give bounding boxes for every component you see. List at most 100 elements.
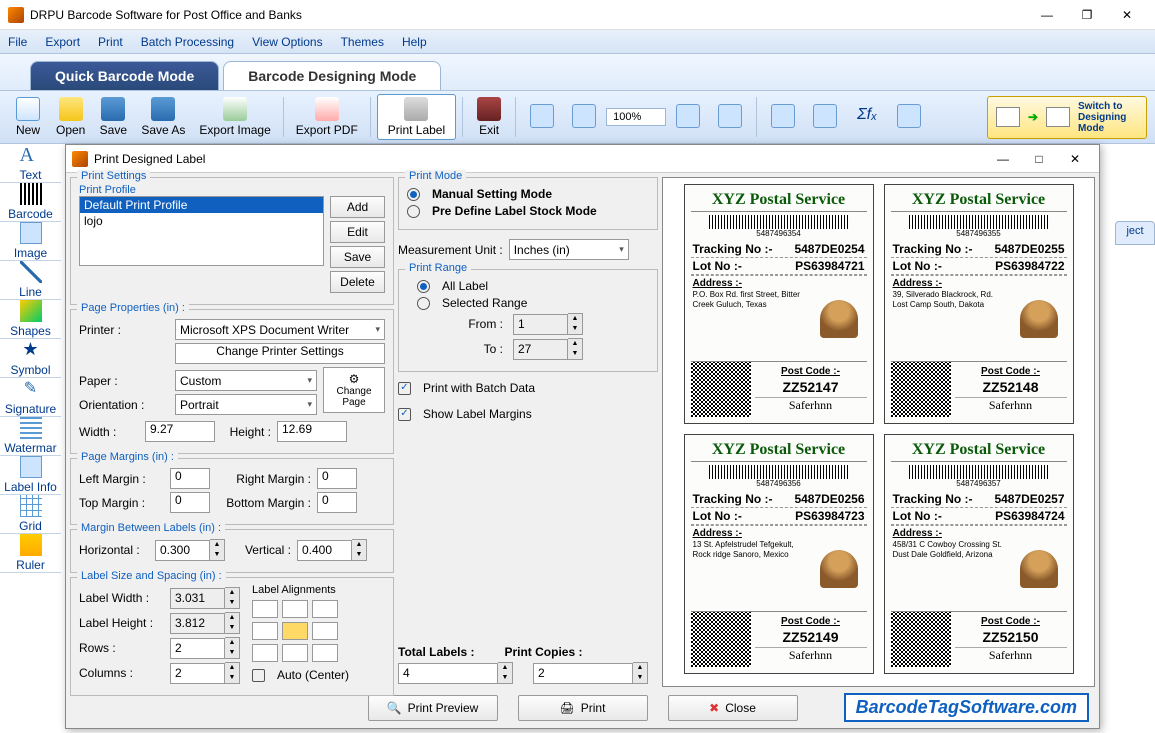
manual-mode-radio[interactable] [407, 188, 420, 201]
dialog-minimize[interactable]: — [985, 152, 1021, 166]
ribbon-zoom-in[interactable] [668, 102, 708, 132]
width-input[interactable]: 9.27 [145, 421, 215, 442]
total-labels-spin[interactable]: ▲▼ [398, 662, 513, 684]
print-button[interactable]: 🖨 Print [518, 695, 648, 721]
paper-select[interactable]: Custom [175, 370, 317, 391]
to-spin[interactable]: ▲▼ [513, 338, 583, 360]
tab-quick-mode[interactable]: Quick Barcode Mode [30, 61, 219, 90]
profile-item-lojo[interactable]: lojo [80, 213, 323, 229]
ribbon-export-image[interactable]: Export Image [193, 95, 276, 139]
tool-line[interactable]: Line [0, 261, 61, 300]
profile-add-button[interactable]: Add [330, 196, 385, 218]
change-printer-button[interactable]: Change Printer Settings [175, 343, 385, 364]
barcode-preview-icon [996, 107, 1020, 127]
minimize-button[interactable]: — [1027, 0, 1067, 30]
profile-delete-button[interactable]: Delete [330, 271, 385, 293]
all-label-radio[interactable] [417, 280, 430, 293]
print-copies-spin[interactable]: ▲▼ [533, 662, 648, 684]
ribbon-fx[interactable]: Σfₓ [847, 102, 887, 132]
printer-select[interactable]: Microsoft XPS Document Writer [175, 319, 385, 340]
menu-print[interactable]: Print [98, 35, 123, 49]
profile-save-button[interactable]: Save [330, 246, 385, 268]
profile-item-default[interactable]: Default Print Profile [80, 197, 323, 213]
columns-spin[interactable]: ▲▼ [170, 662, 240, 684]
label-size-group: Label Size and Spacing (in) : Label Widt… [70, 577, 394, 696]
preview-label: XYZ Postal Service 5487496356 Tracking N… [684, 434, 874, 674]
preview-label: XYZ Postal Service 5487496354 Tracking N… [684, 184, 874, 424]
vertical-margin-spin[interactable]: ▲▼ [297, 539, 367, 561]
change-page-button[interactable]: ⚙Change Page [323, 367, 385, 413]
tool-text[interactable]: AText [0, 144, 61, 183]
menu-batch[interactable]: Batch Processing [141, 35, 234, 49]
close-button[interactable]: ✕ [1107, 0, 1147, 30]
menu-help[interactable]: Help [402, 35, 427, 49]
actual-size-icon [530, 104, 554, 128]
switch-mode-button[interactable]: ➔ Switch to Designing Mode [987, 96, 1147, 139]
from-spin[interactable]: ▲▼ [513, 313, 583, 335]
height-input[interactable]: 12.69 [277, 421, 347, 442]
ribbon-save-as[interactable]: Save As [135, 95, 191, 139]
signature-icon: ✎ [20, 378, 42, 400]
save-icon [101, 97, 125, 121]
ribbon-fit-window[interactable] [564, 102, 604, 132]
horizontal-margin-spin[interactable]: ▲▼ [155, 539, 225, 561]
print-preview-button[interactable]: 🔍 Print Preview [368, 695, 498, 721]
zoom-combo[interactable]: 100% [606, 108, 666, 126]
dialog-maximize[interactable]: □ [1021, 152, 1057, 166]
ribbon-zoom-out[interactable] [710, 102, 750, 132]
ribbon-print-label[interactable]: Print Label [377, 94, 456, 140]
zoom-out-icon [718, 104, 742, 128]
label-height-spin[interactable]: ▲▼ [170, 612, 240, 634]
tool-watermark[interactable]: Watermar [0, 417, 61, 456]
ribbon-actual-size[interactable] [522, 102, 562, 132]
tool-grid[interactable]: Grid [0, 495, 61, 534]
grid-icon [20, 495, 42, 517]
ribbon-swap[interactable] [889, 102, 929, 132]
tool-barcode[interactable]: Barcode [0, 183, 61, 222]
print-icon [404, 97, 428, 121]
tool-signature[interactable]: ✎Signature [0, 378, 61, 417]
ribbon-exit[interactable]: Exit [469, 95, 509, 139]
label-width-spin[interactable]: ▲▼ [170, 587, 240, 609]
mode-tabs: Quick Barcode Mode Barcode Designing Mod… [0, 54, 1155, 90]
tab-design-mode[interactable]: Barcode Designing Mode [223, 61, 441, 90]
right-margin-input[interactable]: 0 [317, 468, 357, 489]
top-margin-input[interactable]: 0 [170, 492, 210, 513]
bottom-margin-input[interactable]: 0 [317, 492, 357, 513]
right-panel-tab[interactable]: ject [1115, 221, 1155, 245]
close-dialog-button[interactable]: ✖ Close [668, 695, 798, 721]
ribbon-export-pdf[interactable]: Export PDF [290, 95, 364, 139]
predef-mode-radio[interactable] [407, 205, 420, 218]
ribbon-open[interactable]: Open [50, 95, 91, 139]
ribbon-save[interactable]: Save [93, 95, 133, 139]
meas-unit-select[interactable]: Inches (in) [509, 239, 629, 260]
tool-ruler[interactable]: Ruler [0, 534, 61, 573]
maximize-button[interactable]: ❐ [1067, 0, 1107, 30]
print-range-group: Print Range All Label Selected Range Fro… [398, 269, 658, 372]
pdf-icon [315, 97, 339, 121]
batch-data-check[interactable] [398, 382, 411, 395]
profile-edit-button[interactable]: Edit [330, 221, 385, 243]
dialog-close[interactable]: ✕ [1057, 152, 1093, 166]
menu-view[interactable]: View Options [252, 35, 322, 49]
tool-label-info[interactable]: Label Info [0, 456, 61, 495]
ribbon-new[interactable]: New [8, 95, 48, 139]
selected-range-radio[interactable] [417, 297, 430, 310]
new-icon [16, 97, 40, 121]
preview-label: XYZ Postal Service 5487496357 Tracking N… [884, 434, 1074, 674]
orientation-select[interactable]: Portrait [175, 394, 317, 415]
profile-list[interactable]: Default Print Profile lojo [79, 196, 324, 266]
menu-themes[interactable]: Themes [341, 35, 384, 49]
tool-symbol[interactable]: ★Symbol [0, 339, 61, 378]
menu-file[interactable]: File [8, 35, 27, 49]
menu-export[interactable]: Export [45, 35, 80, 49]
tool-shapes[interactable]: Shapes [0, 300, 61, 339]
ribbon-excel-2[interactable] [805, 102, 845, 132]
ribbon-excel-1[interactable] [763, 102, 803, 132]
alignment-grid[interactable] [252, 600, 349, 662]
rows-spin[interactable]: ▲▼ [170, 637, 240, 659]
left-margin-input[interactable]: 0 [170, 468, 210, 489]
tool-image[interactable]: Image [0, 222, 61, 261]
auto-center-check[interactable] [252, 669, 265, 682]
show-margins-check[interactable] [398, 408, 411, 421]
